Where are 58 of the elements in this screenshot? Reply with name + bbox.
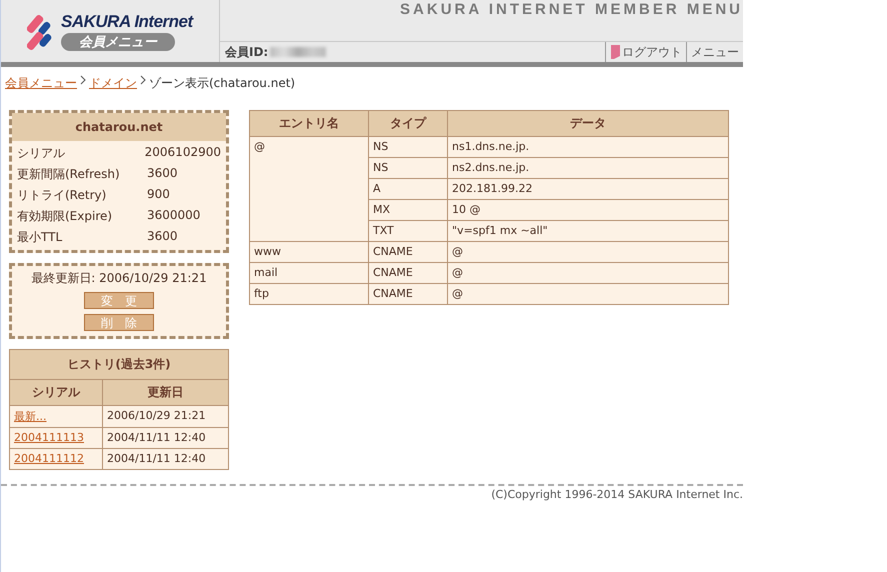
- field-value: 3600000: [147, 208, 200, 224]
- table-cell: 10 @: [448, 200, 728, 220]
- column-header: タイプ: [368, 110, 448, 136]
- serial-link[interactable]: 2004111113: [14, 431, 84, 444]
- table-cell: ftp: [250, 284, 368, 304]
- table-cell: CNAME: [368, 262, 448, 284]
- column-header: データ: [448, 110, 728, 136]
- serial-link[interactable]: 2004111112: [14, 452, 84, 465]
- blurred-member-id: [270, 47, 326, 57]
- last-updated-text: 最終更新日: 2006/10/29 21:21: [31, 270, 207, 287]
- table-cell: 2006/10/29 21:21: [102, 406, 228, 428]
- breadcrumb-link[interactable]: ドメイン: [89, 75, 137, 92]
- breadcrumb-link[interactable]: 会員メニュー: [5, 75, 77, 92]
- table-cell: CNAME: [368, 284, 448, 304]
- table-cell: ns1.dns.ne.jp.: [448, 136, 728, 158]
- column-header: エントリ名: [250, 110, 368, 136]
- field-value: 2006102900: [144, 145, 221, 161]
- nav-link[interactable]: ログアウト: [622, 44, 682, 60]
- zone-title: chatarou.net: [12, 113, 226, 141]
- table-cell: @: [448, 262, 728, 284]
- table-cell: mail: [250, 262, 368, 284]
- site-title: SAKURA INTERNET MEMBER MENU: [399, 0, 743, 20]
- copyright-text: (C)Copyright 1996-2014 SAKURA Internet Inc.: [491, 488, 743, 501]
- table-cell: NS: [368, 158, 448, 178]
- column-header: シリアル: [10, 380, 102, 406]
- table-cell: CNAME: [368, 242, 448, 262]
- field-label: リトライ(Retry): [17, 187, 108, 204]
- table-cell: 202.181.99.22: [448, 178, 728, 200]
- flag-icon: [610, 45, 620, 59]
- table-cell: @: [250, 136, 368, 242]
- table-cell: @: [448, 242, 728, 262]
- field-label: 有効期限(Expire): [17, 208, 114, 225]
- column-header: 更新日: [102, 380, 228, 406]
- logo-subtitle: 会員メニュー: [61, 32, 175, 50]
- table-cell: TXT: [368, 220, 448, 242]
- table-cell: "v=spf1 mx ~all": [448, 220, 728, 242]
- table-cell: @: [448, 284, 728, 304]
- table-cell: NS: [368, 136, 448, 158]
- breadcrumb-current: ゾーン表示(chatarou.net): [149, 75, 296, 92]
- brand-name: SAKURA Internet: [61, 12, 193, 32]
- history-title: ヒストリ(過去3件): [10, 350, 228, 380]
- member-id-label: 会員ID:: [225, 44, 268, 60]
- chevron-icon: [80, 75, 86, 85]
- table-cell: MX: [368, 200, 448, 220]
- field-value: 3600: [147, 166, 178, 182]
- serial-link[interactable]: 最新...: [14, 410, 46, 423]
- field-label: 最小TTL: [17, 229, 64, 246]
- chevron-icon: [140, 75, 146, 85]
- field-value: 3600: [147, 229, 178, 245]
- field-label: 更新間隔(Refresh): [17, 166, 121, 183]
- table-cell: www: [250, 242, 368, 262]
- table-cell: A: [368, 178, 448, 200]
- field-value: 900: [147, 187, 170, 203]
- table-cell: ns2.dns.ne.jp.: [448, 158, 728, 178]
- nav-link[interactable]: メニュー: [691, 44, 739, 60]
- table-cell: 2004/11/11 12:40: [102, 448, 228, 470]
- field-label: シリアル: [17, 145, 66, 162]
- table-cell: 2004/11/11 12:40: [102, 428, 228, 448]
